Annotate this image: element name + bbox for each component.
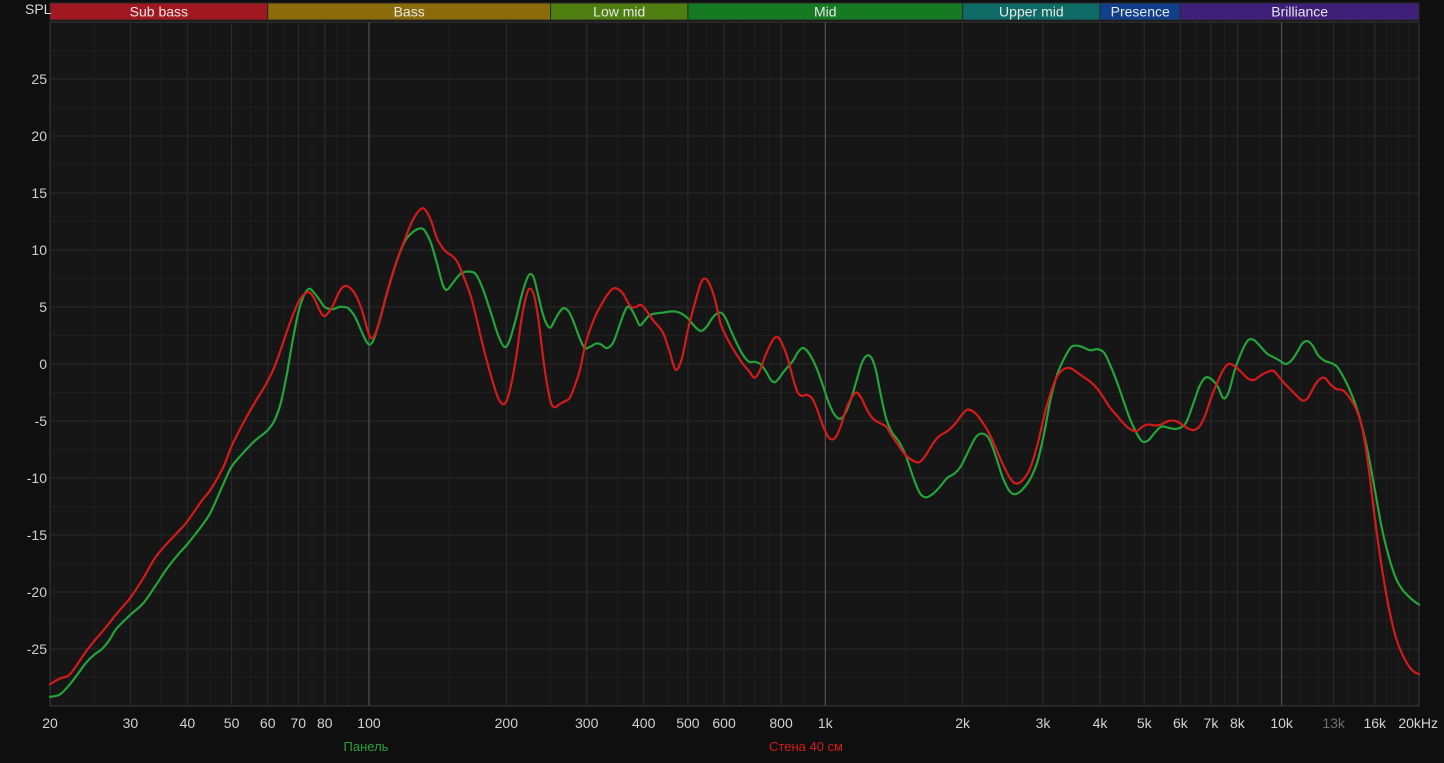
x-tick-label: 60	[260, 715, 276, 731]
x-tick-label: 30	[123, 715, 139, 731]
band-bar: Sub bass Bass Low mid Mid Upper mid Presence B…	[49, 2, 1420, 21]
x-tick-label: 3k	[1036, 715, 1052, 731]
x-tick-label: 70	[290, 715, 306, 731]
legend-item-wall-40cm: Стена 40 см	[769, 739, 843, 754]
x-tick-label: 40	[180, 715, 196, 731]
x-tick-label: 16k	[1363, 715, 1387, 731]
band-label: Bass	[394, 4, 425, 20]
x-tick-label: 6k	[1173, 715, 1189, 731]
y-tick-label: -15	[27, 527, 47, 543]
x-tick-label: 400	[632, 715, 656, 731]
y-tick-label: -25	[27, 641, 47, 657]
legend: Панель Стена 40 см	[344, 739, 843, 754]
legend-item-panel: Панель	[344, 739, 389, 754]
x-tick-label: 800	[769, 715, 793, 731]
y-tick-label: 10	[31, 242, 47, 258]
y-tick-label: 0	[39, 356, 47, 372]
x-tick-label: 10k	[1270, 715, 1294, 731]
x-tick-label: 500	[676, 715, 700, 731]
x-tick-label: 13k	[1322, 715, 1346, 731]
y-tick-label: 15	[31, 185, 47, 201]
band-label: Mid	[814, 4, 837, 20]
y-tick-label: -20	[27, 584, 47, 600]
x-tick-label: 600	[712, 715, 736, 731]
x-tick-label: 4k	[1093, 715, 1109, 731]
band-label: Brilliance	[1271, 4, 1328, 20]
y-tick-label: -5	[35, 413, 48, 429]
x-tick-label: 1k	[818, 715, 834, 731]
chart-svg: Sub bass Bass Low mid Mid Upper mid Presence B…	[25, 1, 1438, 754]
band-label: Presence	[1111, 4, 1170, 20]
y-tick-label: 5	[39, 299, 47, 315]
y-axis-label: SPL	[25, 1, 52, 17]
x-tick-label: 7k	[1204, 715, 1220, 731]
band-label: Upper mid	[999, 4, 1064, 20]
x-tick-label: 300	[575, 715, 599, 731]
y-axis: -25 -20 -15 -10 -5 0 5 10 15 20 25	[27, 71, 47, 657]
x-tick-label: 50	[224, 715, 240, 731]
x-axis: 20 30 40 50 60 70 80 100 200 300 400 500 600 800 1k 2k 3…	[42, 715, 1438, 731]
y-tick-label: 20	[31, 128, 47, 144]
frequency-response-chart: Sub bass Bass Low mid Mid Upper mid Presence B…	[0, 0, 1444, 758]
x-tick-label: 2k	[955, 715, 971, 731]
band-label: Low mid	[593, 4, 645, 20]
x-tick-label: 20	[42, 715, 58, 731]
x-tick-label: 200	[495, 715, 519, 731]
y-tick-label: 25	[31, 71, 47, 87]
x-tick-label: 5k	[1137, 715, 1153, 731]
x-tick-label: 8k	[1230, 715, 1246, 731]
x-tick-label: 80	[317, 715, 333, 731]
y-tick-label: -10	[27, 470, 47, 486]
x-tick-label: 100	[357, 715, 381, 731]
band-label: Sub bass	[130, 4, 188, 20]
x-tick-label: 20kHz	[1398, 715, 1438, 731]
